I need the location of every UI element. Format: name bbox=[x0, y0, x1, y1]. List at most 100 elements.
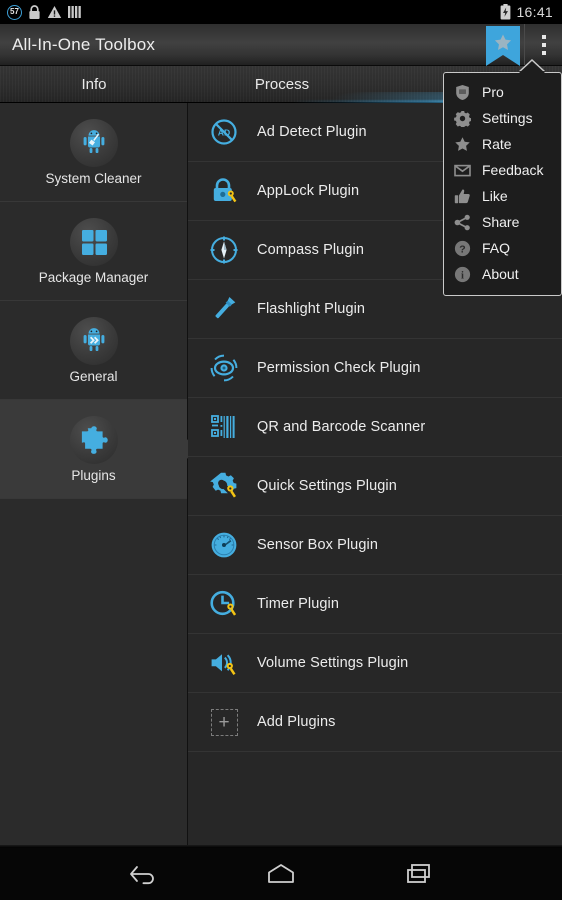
plugin-row-add-plugins[interactable]: + Add Plugins bbox=[188, 693, 562, 752]
gear-icon bbox=[453, 109, 472, 128]
back-button[interactable] bbox=[115, 854, 171, 894]
recents-button[interactable] bbox=[391, 854, 447, 894]
plugin-label: Permission Check Plugin bbox=[257, 360, 421, 376]
plugin-label: Add Plugins bbox=[257, 714, 336, 730]
thumbs-up-icon bbox=[453, 187, 472, 206]
menu-item-faq[interactable]: ? FAQ bbox=[444, 235, 561, 261]
share-icon bbox=[453, 213, 472, 232]
sidebar-item-system-cleaner[interactable]: System Cleaner bbox=[0, 103, 187, 202]
bookmark-star-icon bbox=[486, 26, 520, 66]
plugin-row-permission-check[interactable]: Permission Check Plugin bbox=[188, 339, 562, 398]
plugin-label: AppLock Plugin bbox=[257, 183, 360, 199]
menu-item-share[interactable]: Share bbox=[444, 209, 561, 235]
plugin-label: Volume Settings Plugin bbox=[257, 655, 409, 671]
overflow-dot bbox=[541, 42, 546, 47]
warning-triangle-icon bbox=[47, 6, 62, 18]
plugin-row-qr-barcode[interactable]: QR and Barcode Scanner bbox=[188, 398, 562, 457]
signal-bars-icon bbox=[68, 6, 81, 18]
menu-label: Settings bbox=[482, 110, 533, 126]
flashlight-icon bbox=[208, 293, 240, 325]
sidebar: System Cleaner Package Manager General P… bbox=[0, 103, 196, 845]
back-arrow-icon bbox=[130, 866, 154, 885]
menu-label: Like bbox=[482, 188, 508, 204]
envelope-icon bbox=[453, 161, 472, 180]
overflow-dot bbox=[541, 34, 546, 39]
tab-info[interactable]: Info bbox=[0, 76, 188, 93]
app-title: All-In-One Toolbox bbox=[12, 34, 156, 54]
clock-wrench-icon bbox=[208, 588, 240, 620]
plugin-label: Compass Plugin bbox=[257, 242, 364, 258]
lock-icon bbox=[29, 4, 40, 19]
sidebar-item-package-manager[interactable]: Package Manager bbox=[0, 202, 187, 301]
plus-dashed-icon: + bbox=[208, 706, 240, 738]
home-button[interactable] bbox=[253, 854, 309, 894]
plugin-label: Timer Plugin bbox=[257, 596, 340, 612]
info-circle-icon: i bbox=[453, 265, 472, 284]
status-bar-left-icons: 57 bbox=[0, 4, 81, 20]
sidebar-label: System Cleaner bbox=[45, 170, 142, 186]
sidebar-item-plugins[interactable]: Plugins bbox=[0, 400, 196, 499]
lock-key-icon bbox=[208, 175, 240, 207]
menu-label: About bbox=[482, 266, 519, 282]
android-broom-icon bbox=[69, 118, 118, 167]
plugin-row-quick-settings[interactable]: Quick Settings Plugin bbox=[188, 457, 562, 516]
menu-item-rate[interactable]: Rate bbox=[444, 131, 561, 157]
battery-charging-icon bbox=[501, 4, 511, 20]
overflow-menu-button[interactable] bbox=[524, 24, 562, 65]
overflow-menu: Pro Settings Rate Feedback Like Share ? … bbox=[443, 72, 562, 296]
shield-icon bbox=[453, 83, 472, 102]
menu-label: FAQ bbox=[482, 240, 511, 256]
qr-barcode-icon bbox=[208, 411, 240, 443]
menu-label: Pro bbox=[482, 84, 504, 100]
status-bar: 57 16:41 bbox=[0, 0, 562, 24]
tab-process[interactable]: Process bbox=[188, 76, 376, 93]
star-icon bbox=[453, 135, 472, 154]
android-chevron-icon bbox=[69, 316, 118, 365]
overflow-dot bbox=[541, 50, 546, 55]
bookmark-star-button[interactable] bbox=[482, 24, 524, 66]
device-screen: 57 16:41 All-In-One Toolbox Info Process… bbox=[0, 0, 562, 900]
sidebar-label: Package Manager bbox=[38, 269, 149, 285]
plugin-row-volume-settings[interactable]: Volume Settings Plugin bbox=[188, 634, 562, 693]
status-bar-right: 16:41 bbox=[500, 4, 562, 20]
plugin-label: QR and Barcode Scanner bbox=[257, 419, 426, 435]
puzzle-piece-icon bbox=[69, 415, 118, 464]
recents-icon bbox=[407, 864, 430, 883]
plugin-label: Quick Settings Plugin bbox=[257, 478, 397, 494]
question-circle-icon: ? bbox=[453, 239, 472, 258]
svg-text:AD: AD bbox=[218, 128, 230, 138]
menu-item-pro[interactable]: Pro bbox=[444, 79, 561, 105]
menu-item-about[interactable]: i About bbox=[444, 261, 561, 287]
plus-icon: + bbox=[210, 708, 238, 736]
plugin-label: Flashlight Plugin bbox=[257, 301, 366, 317]
svg-text:?: ? bbox=[459, 243, 465, 255]
sidebar-label: General bbox=[69, 368, 118, 384]
compass-icon bbox=[208, 234, 240, 266]
svg-text:i: i bbox=[461, 270, 464, 281]
eye-target-icon bbox=[208, 352, 240, 384]
plugin-label: Ad Detect Plugin bbox=[257, 124, 367, 140]
menu-label: Share bbox=[482, 214, 520, 230]
action-bar-buttons bbox=[482, 24, 562, 66]
plugin-row-sensor-box[interactable]: Sensor Box Plugin bbox=[188, 516, 562, 575]
sidebar-item-general[interactable]: General bbox=[0, 301, 187, 400]
four-squares-icon bbox=[69, 217, 118, 266]
menu-item-like[interactable]: Like bbox=[444, 183, 561, 209]
menu-item-settings[interactable]: Settings bbox=[444, 105, 561, 131]
plugin-row-timer[interactable]: Timer Plugin bbox=[188, 575, 562, 634]
gauge-icon bbox=[208, 529, 240, 561]
sidebar-label: Plugins bbox=[71, 467, 116, 483]
home-icon bbox=[268, 864, 294, 883]
menu-label: Feedback bbox=[482, 162, 544, 178]
menu-label: Rate bbox=[482, 136, 512, 152]
menu-item-feedback[interactable]: Feedback bbox=[444, 157, 561, 183]
status-clock: 16:41 bbox=[516, 4, 553, 20]
gear-wrench-icon bbox=[208, 470, 240, 502]
action-bar: All-In-One Toolbox bbox=[0, 24, 562, 66]
plugin-label: Sensor Box Plugin bbox=[257, 537, 378, 553]
navigation-bar bbox=[0, 848, 562, 900]
speaker-wrench-icon bbox=[208, 647, 240, 679]
badge-57-icon: 57 bbox=[7, 4, 22, 20]
menu-caret bbox=[519, 61, 545, 73]
ad-detect-icon: AD bbox=[208, 116, 240, 148]
